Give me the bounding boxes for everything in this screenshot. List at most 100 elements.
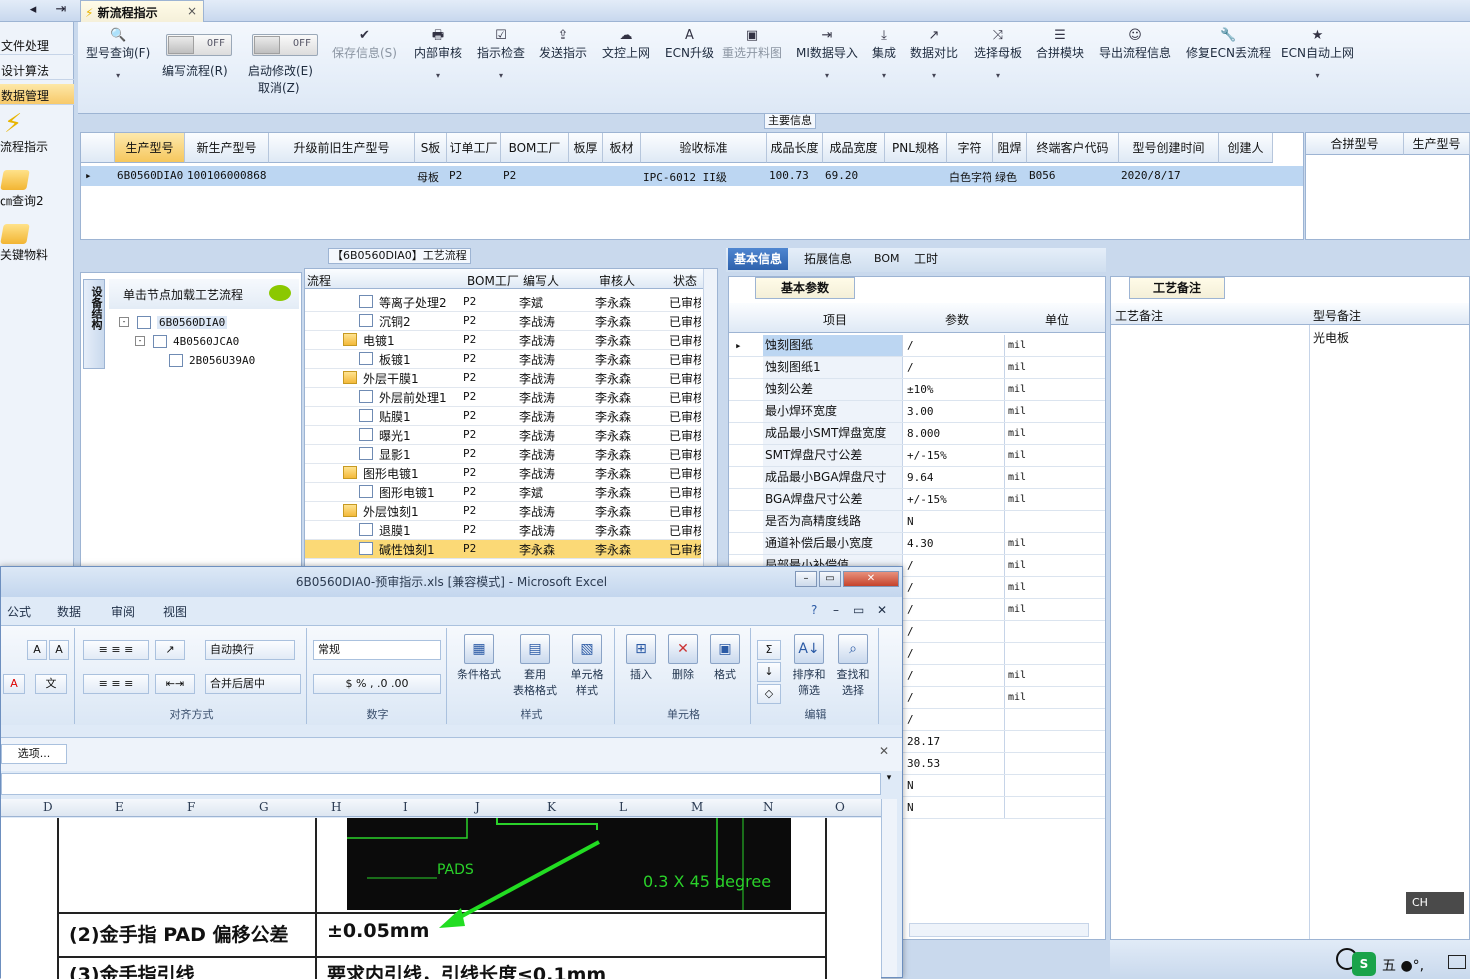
param-row[interactable]: 成品最小BGA焊盘尺寸 9.64 mil [729, 467, 1105, 489]
process-row[interactable]: 沉铜2 P2 李战涛 李永森 已审核 [305, 312, 701, 331]
param-value[interactable]: / [905, 555, 1005, 576]
shrink-font-icon[interactable]: A [49, 640, 69, 660]
clear-icon[interactable]: ◇ [757, 684, 781, 704]
param-value[interactable]: 30.53 [905, 753, 1005, 774]
table-cell[interactable]: 6B0560DIA0 [117, 169, 183, 182]
col-h[interactable]: H [331, 800, 341, 814]
side-tab-equipment[interactable]: 设备结构 [83, 279, 105, 369]
nav-file-processing[interactable]: 文件处理 [0, 34, 74, 55]
process-row[interactable]: 等离子处理2 P2 李斌 李永森 已审核 [305, 293, 701, 312]
param-row[interactable]: BGA焊盘尺寸公差 +/-15% mil [729, 489, 1105, 511]
indent-icons[interactable]: ⇤⇥ [155, 674, 195, 694]
table-cell[interactable]: 白色字符 [949, 169, 991, 185]
phonetic-icon[interactable]: 文 [35, 674, 67, 694]
tab-basic-params[interactable]: 基本参数 [755, 277, 855, 299]
insert-button[interactable]: ⊞ 插入 [621, 634, 661, 682]
col-g[interactable]: G [259, 800, 269, 814]
model-query-button[interactable]: 🔍 型号查询(F) ▾ [86, 28, 150, 80]
column-header[interactable]: 字符 [947, 133, 993, 163]
param-value[interactable]: ±10% [905, 379, 1005, 400]
sum-icon[interactable]: Σ [757, 640, 781, 660]
dropdown-arrow-icon[interactable]: ▾ [414, 71, 462, 80]
column-header[interactable]: 板材 [603, 133, 641, 163]
param-value[interactable]: / [905, 643, 1005, 664]
col-e[interactable]: E [115, 800, 124, 814]
col-o[interactable]: O [835, 800, 845, 814]
column-header[interactable]: 型号创建时间 [1119, 133, 1219, 163]
options-button[interactable]: 选项... [1, 744, 67, 764]
sogou-icon[interactable]: S [1352, 952, 1376, 976]
write-process-toggle[interactable]: OFF [166, 34, 232, 56]
table-cell[interactable]: 绿色 [995, 169, 1025, 185]
save-info-button[interactable]: ✔ 保存信息(S) [332, 28, 397, 61]
table-format-button[interactable]: ▤ 套用 表格格式 [507, 634, 563, 698]
menu-formula[interactable]: 公式 [7, 603, 31, 620]
dropdown-arrow-icon[interactable]: ▾ [86, 71, 150, 80]
vertical-align-icons[interactable]: ≡ ≡ ≡ [83, 640, 149, 660]
nav-data-management[interactable]: 数据管理 [0, 84, 74, 105]
ecn-upgrade-button[interactable]: A ECN升级 [665, 28, 714, 61]
dropdown-arrow-icon[interactable]: ▾ [910, 71, 958, 80]
col-l[interactable]: L [619, 800, 627, 814]
param-value[interactable]: / [905, 665, 1005, 686]
table-cell[interactable]: B056 [1029, 169, 1117, 182]
delete-button[interactable]: ✕ 删除 [663, 634, 703, 682]
param-value[interactable]: / [905, 357, 1005, 378]
table-row[interactable]: ▸ 6B0560DIA0 10010600086811 母板 P2 P2 IPC-6012… [81, 166, 1303, 186]
ecn-auto-online-button[interactable]: ★ ECN自动上网 ▾ [1281, 28, 1354, 80]
column-header[interactable]: 新生产型号 [185, 133, 269, 163]
params-hscrollbar[interactable] [909, 923, 1089, 937]
tab-process-remark[interactable]: 工艺备注 [1129, 277, 1225, 299]
merge-module-button[interactable]: ☰ 合拼模块 [1036, 28, 1084, 61]
col-n[interactable]: N [763, 800, 774, 814]
find-select-button[interactable]: ⌕ 查找和 选择 [831, 634, 875, 698]
wrap-text-button[interactable]: 自动换行 [205, 640, 295, 660]
merge-center-button[interactable]: 合并后居中 [205, 674, 301, 694]
fill-icon[interactable]: ↓ [757, 662, 781, 682]
param-row[interactable]: 蚀刻公差 ±10% mil [729, 379, 1105, 401]
process-row[interactable]: 图形电镀1 P2 李战涛 李永森 已审核 [305, 464, 701, 483]
column-header[interactable]: BOM工厂 [501, 133, 569, 163]
collapse-icon[interactable]: - [119, 317, 129, 327]
nav-process-instruction[interactable]: ⚡ 流程指示 [0, 110, 74, 155]
process-row[interactable]: 显影1 P2 李战涛 李永森 已审核 [305, 445, 701, 464]
process-row[interactable]: 退膜1 P2 李战涛 李永森 已审核 [305, 521, 701, 540]
worksheet[interactable]: PADS 0.3 X 45 degree (2)金手指 PAD 偏移公差 ±0.… [1, 818, 881, 979]
column-header[interactable]: 订单工厂 [447, 133, 501, 163]
back-icon[interactable]: ◂ [22, 2, 44, 20]
param-value[interactable]: / [905, 577, 1005, 598]
param-row[interactable]: 通道补偿后最小宽度 4.30 mil [729, 533, 1105, 555]
send-instruction-button[interactable]: ⇪ 发送指示 [539, 28, 587, 61]
column-header[interactable]: 生产型号 [115, 133, 185, 163]
param-value[interactable]: 28.17 [905, 731, 1005, 752]
param-value[interactable]: +/-15% [905, 445, 1005, 466]
table-cell[interactable]: 10010600086811 [187, 169, 267, 182]
export-process-info-button[interactable]: ☺ 导出流程信息 [1099, 28, 1171, 61]
param-row[interactable]: ▸ 蚀刻图纸 / mil [729, 335, 1105, 357]
menu-data[interactable]: 数据 [57, 603, 81, 620]
col-m[interactable]: M [691, 800, 703, 814]
menu-review[interactable]: 审阅 [111, 603, 135, 620]
help-icon[interactable]: ? [811, 603, 817, 617]
col-j[interactable]: J [475, 800, 480, 814]
process-row[interactable]: 碱性蚀刻1 P2 李永森 李永森 已审核 [305, 540, 701, 559]
ribbon-close-icon[interactable]: ✕ [877, 603, 887, 617]
col-i[interactable]: I [403, 800, 408, 814]
mi-data-import-button[interactable]: ⇥ MI数据导入 ▾ [796, 28, 858, 80]
column-header[interactable]: 板厚 [569, 133, 603, 163]
collapse-icon[interactable]: - [135, 336, 145, 346]
column-header[interactable]: PNL规格 [885, 133, 947, 163]
dropdown-arrow-icon[interactable]: ▾ [796, 71, 858, 80]
table-cell[interactable]: P2 [503, 169, 567, 182]
select-mother-board-button[interactable]: ⤨ 选择母板 ▾ [974, 28, 1022, 80]
formula-bar[interactable] [1, 773, 881, 795]
table-cell[interactable]: P2 [449, 169, 499, 182]
param-value[interactable]: / [905, 335, 1005, 356]
tab-basic-info[interactable]: 基本信息 [728, 248, 789, 270]
param-value[interactable]: / [905, 599, 1005, 620]
param-row[interactable]: 是否为高精度线路 N [729, 511, 1105, 533]
param-row[interactable]: 成品最小SMT焊盘宽度 8.000 mil [729, 423, 1105, 445]
enable-edit-toggle[interactable]: OFF [252, 34, 318, 56]
column-header[interactable]: S板 [415, 133, 447, 163]
tab-bom[interactable]: BOM [868, 248, 906, 270]
